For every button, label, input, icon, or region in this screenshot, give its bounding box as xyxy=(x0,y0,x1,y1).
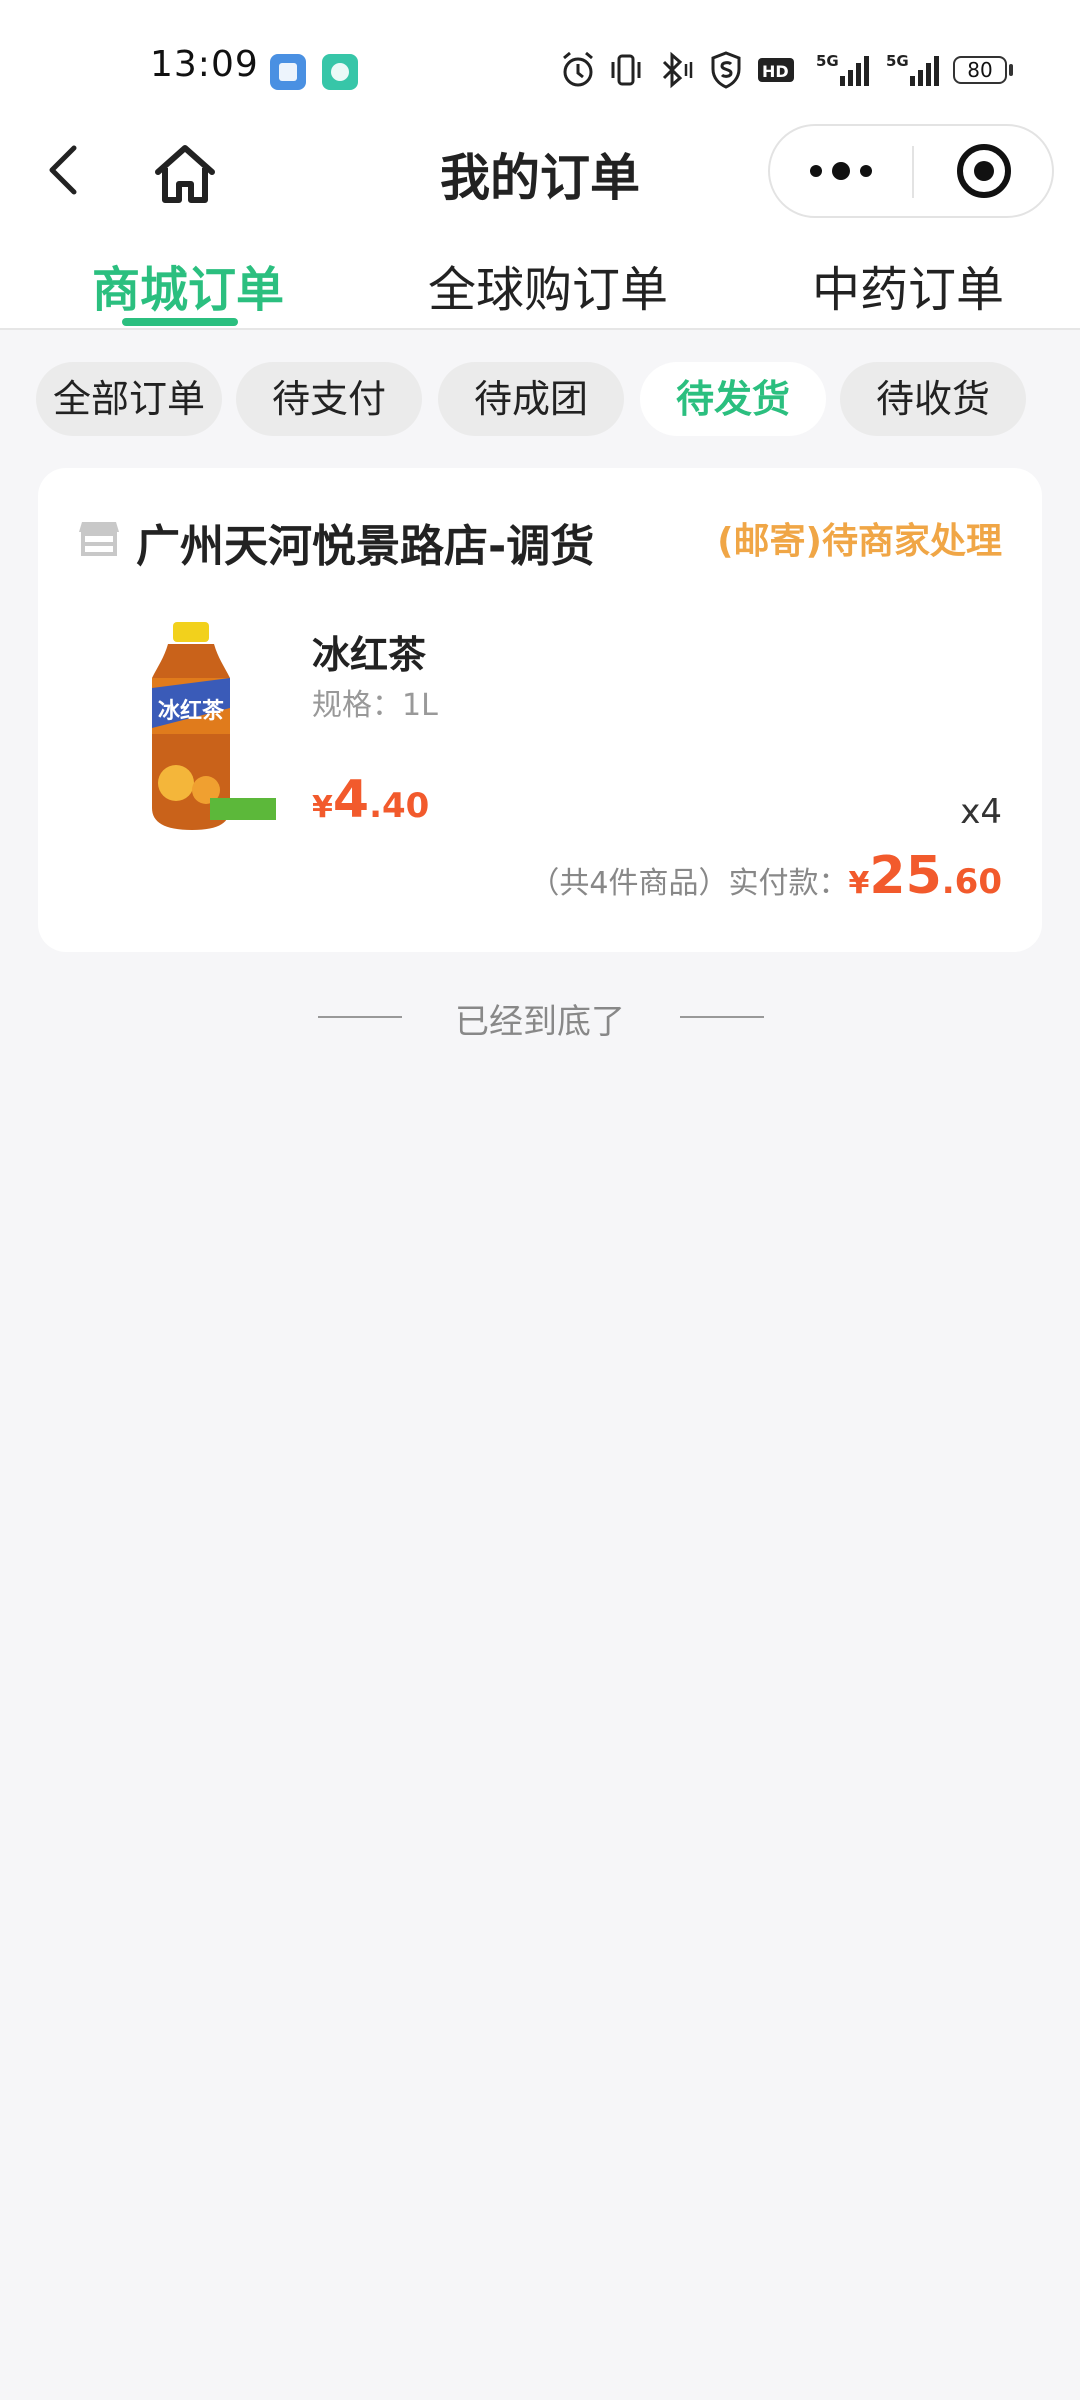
close-mini-program-button[interactable] xyxy=(914,126,1054,216)
tab-global-orders[interactable]: 全球购订单 xyxy=(428,250,668,320)
divider-right xyxy=(680,1016,764,1018)
vibrate-icon xyxy=(611,54,641,86)
shop-name: 广州天河悦景路店-调货 xyxy=(136,521,595,572)
target-icon xyxy=(957,144,1011,198)
product-image-label: 冰红茶 xyxy=(158,698,225,724)
order-status-filters: 全部订单 待支付 待成团 待发货 待收货 xyxy=(0,362,1080,436)
product-name: 冰红茶 xyxy=(312,633,427,677)
active-tab-indicator xyxy=(122,318,238,326)
svg-text:5G: 5G xyxy=(816,52,839,70)
shield-icon xyxy=(711,51,741,89)
app-notification-icon xyxy=(270,54,306,90)
end-of-list-text: 已经到底了 xyxy=(455,1002,625,1042)
chat-notification-icon xyxy=(322,54,358,90)
filter-pending-shipment[interactable]: 待发货 xyxy=(640,362,826,436)
order-card[interactable]: 广州天河悦景路店-调货 (邮寄)待商家处理 冰红茶 冰红茶 规格：1L ¥4.4… xyxy=(38,468,1042,952)
order-status: (邮寄)待商家处理 xyxy=(717,521,1002,562)
product-image: 冰红茶 xyxy=(152,622,276,830)
filter-pending-receipt[interactable]: 待收货 xyxy=(840,362,1026,436)
more-dots-icon xyxy=(810,162,872,180)
tab-tcm-orders[interactable]: 中药订单 xyxy=(812,250,1004,320)
signal-5g-icon: 5G xyxy=(886,52,939,86)
hd-icon: HD xyxy=(758,58,794,82)
status-icons: HD 5G 5G 80 xyxy=(560,50,1020,94)
header-area: 13:09 HD 5G 5G 80 我的订单 商城订单 全球购订单 中药订单 xyxy=(0,0,1080,330)
order-total: （共4件商品）实付款：¥25.60 xyxy=(529,846,1002,906)
more-button[interactable] xyxy=(770,126,912,216)
list-end-indicator: 已经到底了 xyxy=(0,994,1080,1044)
order-type-tabs: 商城订单 全球购订单 中药订单 xyxy=(0,230,1080,328)
svg-text:HD: HD xyxy=(762,62,789,81)
filter-pending-payment[interactable]: 待支付 xyxy=(236,362,422,436)
total-label: （共4件商品）实付款： xyxy=(529,866,849,901)
product-spec: 规格：1L xyxy=(312,688,438,723)
status-time: 13:09 xyxy=(150,44,259,85)
svg-text:5G: 5G xyxy=(886,52,909,70)
filter-pending-group[interactable]: 待成团 xyxy=(438,362,624,436)
store-icon xyxy=(79,522,119,556)
status-bar: 13:09 HD 5G 5G 80 xyxy=(0,0,1080,120)
battery-tip xyxy=(1009,64,1013,76)
battery-icon: 80 xyxy=(953,56,1007,84)
navigation-bar: 我的订单 xyxy=(0,120,1080,230)
signal-5g-icon: 5G xyxy=(816,52,869,86)
alarm-icon xyxy=(563,51,593,87)
bluetooth-icon xyxy=(662,51,693,89)
total-price: ¥25.60 xyxy=(848,846,1002,906)
product-quantity: x4 xyxy=(960,792,1002,832)
unit-price: ¥4.40 xyxy=(312,770,430,830)
tab-mall-orders[interactable]: 商城订单 xyxy=(92,250,284,320)
filter-all-orders[interactable]: 全部订单 xyxy=(36,362,222,436)
mini-program-capsule xyxy=(768,124,1054,218)
